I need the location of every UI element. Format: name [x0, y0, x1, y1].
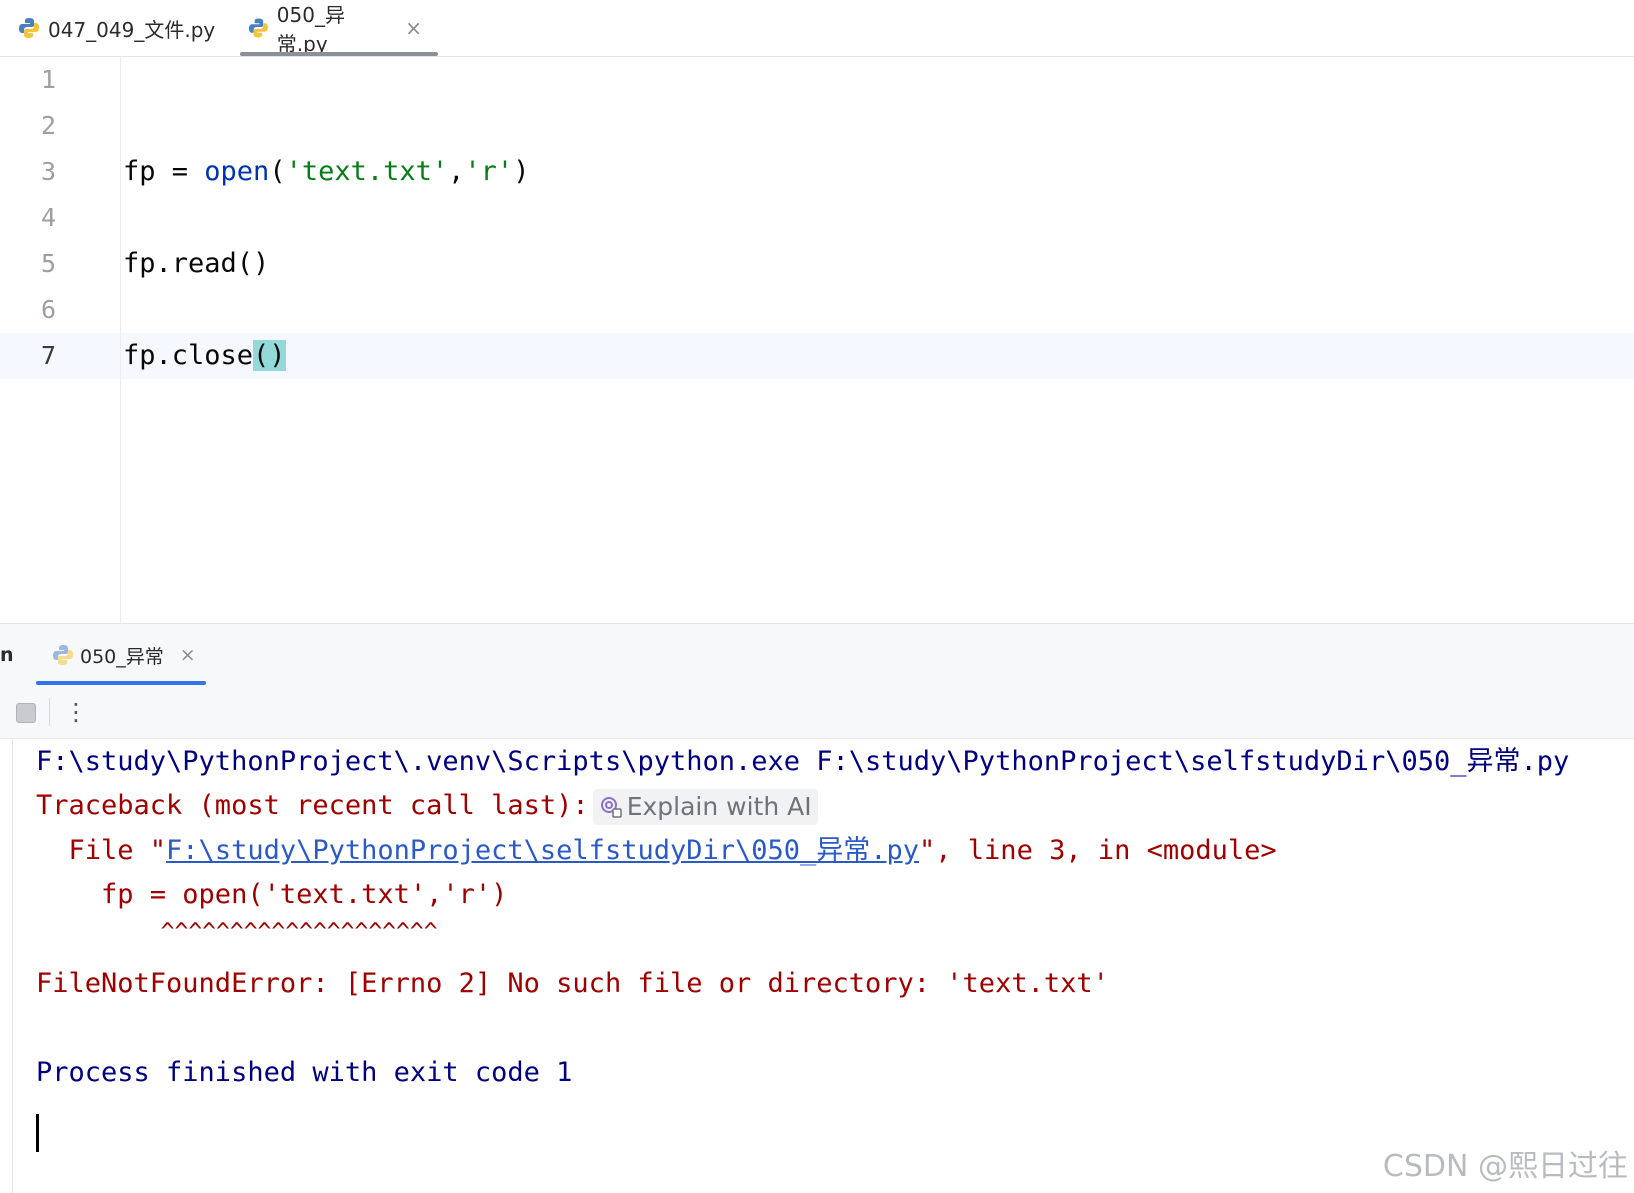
console-divider: [12, 739, 13, 1193]
console-error-line: FileNotFoundError: [Errno 2] No such fil…: [36, 968, 1109, 999]
tab-047-049-file[interactable]: 047_049_文件.py: [18, 0, 215, 56]
explain-with-ai-button[interactable]: Explain with AI: [592, 788, 818, 825]
code-line: 3 fp = open('text.txt','r'): [0, 149, 1634, 195]
line-number: 7: [40, 341, 56, 370]
run-window-label: n: [0, 644, 14, 666]
tab-050-exception[interactable]: 050_异常.py ×: [240, 0, 438, 56]
more-options-icon[interactable]: ⋮: [64, 694, 88, 730]
code-text: fp = open('text.txt','r'): [123, 156, 530, 187]
code-text: fp.read(): [123, 248, 270, 279]
close-icon[interactable]: ×: [405, 16, 422, 40]
editor-tab-bar: 047_049_文件.py 050_异常.py ×: [0, 0, 1634, 57]
toolbar-separator: [49, 698, 50, 726]
line-number: 1: [40, 65, 56, 94]
line-number: 6: [40, 295, 56, 324]
python-file-icon: [19, 18, 39, 38]
file-link[interactable]: F:\study\PythonProject\selfstudyDir\050_…: [166, 835, 919, 866]
code-line: 1: [0, 57, 1634, 103]
python-file-icon: [248, 18, 268, 38]
code-line: 2: [0, 103, 1634, 149]
active-tab-indicator: [240, 52, 438, 56]
code-line: 5 fp.read(): [0, 241, 1634, 287]
line-number: 3: [40, 157, 56, 186]
console-file-line: File "F:\study\PythonProject\selfstudyDi…: [36, 835, 1277, 866]
run-tool-window-header: n 050_异常 ×: [0, 623, 1634, 687]
code-line-current: 7 fp.close(): [0, 333, 1634, 379]
watermark: CSDN @熙日过往: [1382, 1149, 1628, 1184]
console-output[interactable]: F:\study\PythonProject\.venv\Scripts\pyt…: [0, 739, 1634, 1193]
tab-label: 047_049_文件.py: [48, 17, 216, 42]
brace-match-highlight: (): [253, 340, 286, 371]
console-caret-line: ^^^^^^^^^^^^^^^^^^^^: [36, 919, 438, 945]
line-number: 4: [40, 203, 56, 232]
code-editor[interactable]: 1 2 3 fp = open('text.txt','r') 4 5 fp.r…: [0, 57, 1634, 623]
ai-assistant-icon: [600, 796, 622, 818]
stop-icon[interactable]: [16, 703, 36, 723]
run-tab-label: 050_异常: [80, 645, 164, 668]
code-text: fp.close(): [123, 340, 286, 371]
close-icon[interactable]: ×: [180, 644, 196, 666]
console-traceback-line: Traceback (most recent call last): Explai…: [36, 783, 818, 829]
gutter-divider: [120, 57, 121, 623]
line-number: 2: [40, 111, 56, 140]
console-command-line: F:\study\PythonProject\.venv\Scripts\pyt…: [36, 746, 1570, 777]
text-cursor: [36, 1114, 39, 1152]
code-line: 6: [0, 287, 1634, 333]
run-toolbar: ⋮: [0, 686, 1634, 739]
console-exit-line: Process finished with exit code 1: [36, 1057, 573, 1088]
tab-label: 050_异常.py: [276, 3, 345, 56]
python-run-icon: [53, 645, 73, 665]
line-number: 5: [40, 249, 56, 278]
run-tab-050[interactable]: 050_异常 ×: [36, 624, 212, 686]
code-line: 4: [0, 195, 1634, 241]
active-run-tab-indicator: [36, 681, 206, 685]
